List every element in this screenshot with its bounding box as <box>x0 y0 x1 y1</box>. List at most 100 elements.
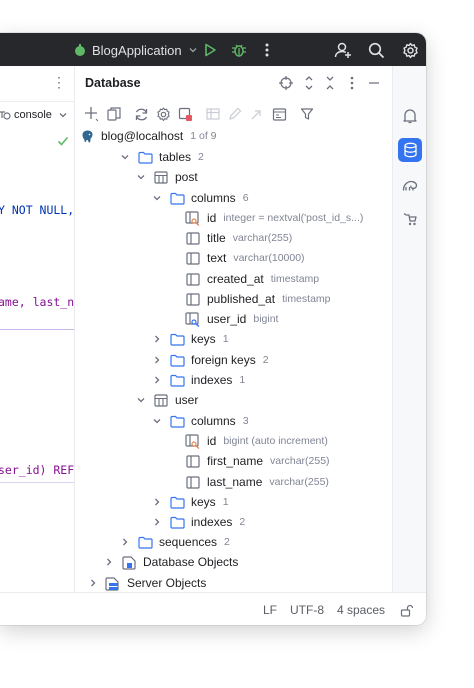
tree-node-hint: varchar(255) <box>269 476 329 488</box>
code-with-me-button[interactable] <box>333 40 353 60</box>
code-line: ame, last_na <box>0 295 75 309</box>
run-configuration-selector[interactable]: BlogApplication <box>72 41 198 59</box>
tree-node-hint: 2 <box>224 536 230 548</box>
tree-node[interactable]: post <box>75 167 426 187</box>
tree-node-connection[interactable]: blog@localhost 1 of 9 <box>75 126 396 146</box>
chevron-right-icon[interactable] <box>151 496 163 508</box>
right-tool-strip <box>392 66 426 592</box>
sql-editor[interactable]: ⋮ console Y NOT NULL, ame, last_na ser_i… <box>0 66 75 592</box>
search-everywhere-button[interactable] <box>366 40 386 60</box>
minimize-icon <box>369 82 379 84</box>
run-button[interactable] <box>200 40 220 60</box>
unlock-icon[interactable] <box>400 604 413 617</box>
table-icon <box>153 392 169 408</box>
folder-icon <box>169 514 185 530</box>
tree-node[interactable]: id bigint (auto increment) <box>75 431 426 451</box>
tree-node-hint: bigint <box>253 313 279 325</box>
chevron-right-icon[interactable] <box>151 516 163 528</box>
folder-icon <box>169 494 185 510</box>
ide-window: BlogApplication ⋮ console Y NOT NULL, am… <box>0 33 426 625</box>
statement-separator <box>0 482 74 483</box>
query-console-button[interactable] <box>270 105 288 123</box>
filter-button[interactable] <box>298 105 316 123</box>
tree-node[interactable]: published_at timestamp <box>75 289 426 309</box>
tree-node[interactable]: created_at timestamp <box>75 269 426 289</box>
tree-node[interactable]: text varchar(10000) <box>75 248 426 268</box>
chevron-down-icon[interactable] <box>119 151 131 163</box>
chevron-right-icon[interactable] <box>151 333 163 345</box>
disconnect-button[interactable] <box>176 105 194 123</box>
chevron-down-icon[interactable] <box>151 192 163 204</box>
chevron-down-icon[interactable] <box>135 171 147 183</box>
tree-node[interactable]: indexes 2 <box>75 512 426 532</box>
tree-node-label: first_name <box>207 454 264 468</box>
tree-node[interactable]: columns 3 <box>75 411 426 431</box>
tree-node[interactable]: keys 1 <box>75 492 426 512</box>
gradle-tool-button[interactable] <box>398 173 422 197</box>
locate-button[interactable] <box>278 75 294 91</box>
chevron-right-icon[interactable] <box>119 536 131 548</box>
tree-node[interactable]: user <box>75 390 426 410</box>
folder-icon <box>137 149 153 165</box>
chevron-right-icon[interactable] <box>87 577 99 589</box>
new-button[interactable] <box>83 105 101 123</box>
console-selector[interactable]: console <box>0 108 68 122</box>
tree-node[interactable]: user_id bigint <box>75 309 426 329</box>
collapse-all-button[interactable] <box>322 75 338 91</box>
edit-button[interactable] <box>226 105 244 123</box>
copy-button[interactable] <box>105 105 123 123</box>
jump-to-source-button[interactable] <box>248 105 266 123</box>
code-line: ser_id) REFE <box>0 463 74 477</box>
code-text: ame, last_na <box>0 295 75 309</box>
tree-node[interactable]: Database Objects <box>75 552 420 572</box>
more-actions-button[interactable] <box>257 40 277 60</box>
debug-button[interactable] <box>229 40 249 60</box>
gradle-icon <box>402 180 417 191</box>
table-editor-button[interactable] <box>204 105 222 123</box>
tree-node[interactable]: keys 1 <box>75 329 426 349</box>
chevron-right-icon[interactable] <box>151 354 163 366</box>
chevron-down-icon <box>189 48 197 53</box>
line-separator-widget[interactable]: LF <box>263 603 277 617</box>
notifications-button[interactable] <box>398 104 422 128</box>
tree-node[interactable]: id integer = nextval('post_id_s...) <box>75 208 426 228</box>
chevron-right-icon[interactable] <box>151 374 163 386</box>
more-tabs-icon[interactable]: ⋮ <box>52 74 66 91</box>
tree-node[interactable]: columns 6 <box>75 188 426 208</box>
tree-node-label: user <box>175 393 199 407</box>
settings-button[interactable] <box>400 40 420 60</box>
tree-node[interactable]: tables 2 <box>75 147 426 167</box>
panel-title: Database <box>85 76 141 90</box>
refresh-button[interactable] <box>132 105 150 123</box>
tree-node[interactable]: Server Objects <box>75 573 404 593</box>
jump-icon <box>251 110 261 120</box>
tree-node[interactable]: foreign keys 2 <box>75 350 426 370</box>
console-label: console <box>14 109 52 121</box>
chevron-down-icon[interactable] <box>135 394 147 406</box>
hide-panel-button[interactable] <box>366 75 382 91</box>
options-button[interactable] <box>344 75 360 91</box>
tree-node[interactable]: indexes 1 <box>75 370 426 390</box>
tree-node[interactable]: first_name varchar(255) <box>75 451 426 471</box>
chevron-down-icon[interactable] <box>151 415 163 427</box>
database-toolbar <box>75 102 392 128</box>
tree-node-label: keys <box>191 332 216 346</box>
encoding-widget[interactable]: UTF-8 <box>290 603 324 617</box>
chevron-right-icon[interactable] <box>103 556 115 568</box>
maven-tool-button[interactable] <box>398 207 422 231</box>
data-source-properties-button[interactable] <box>154 105 172 123</box>
folder-icon <box>169 190 185 206</box>
tree-node[interactable]: sequences 2 <box>75 532 426 552</box>
tree-node-label: tables <box>159 150 192 164</box>
expand-all-button[interactable] <box>301 75 317 91</box>
database-tool-button[interactable] <box>398 138 422 162</box>
indent-widget[interactable]: 4 spaces <box>337 603 385 617</box>
tree-node[interactable]: last_name varchar(255) <box>75 472 426 492</box>
tree-node[interactable]: title varchar(255) <box>75 228 426 248</box>
tree-node-label: user_id <box>207 312 247 326</box>
